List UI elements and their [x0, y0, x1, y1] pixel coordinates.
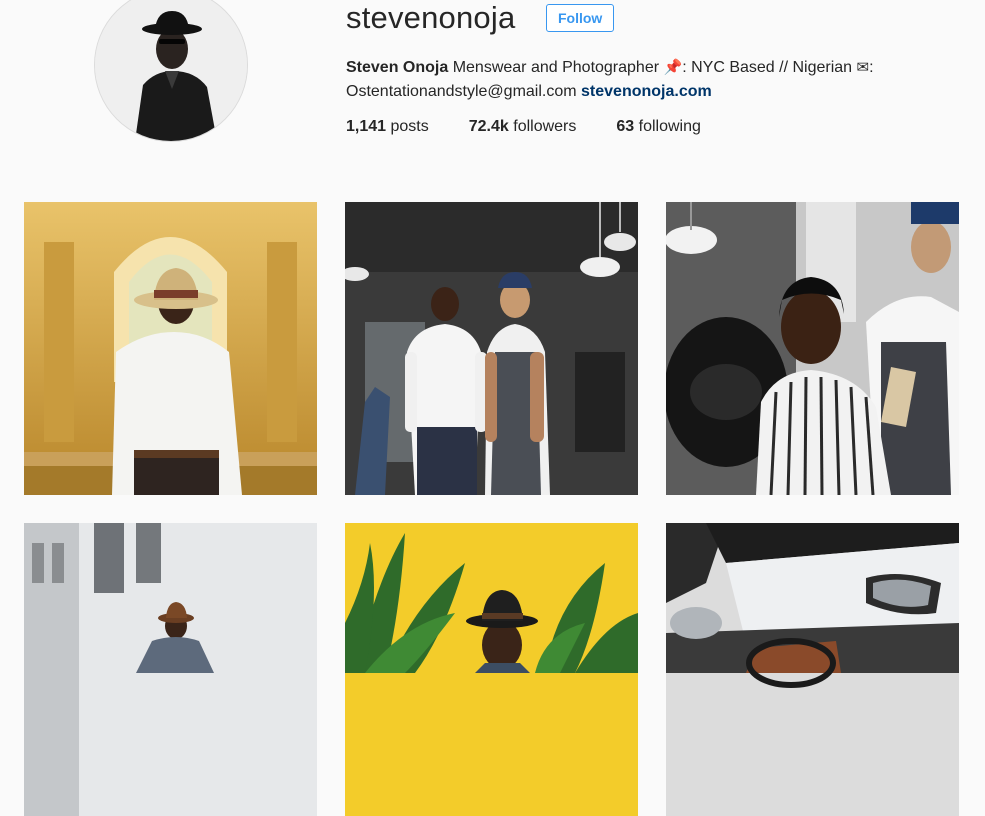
- following-count: 63: [616, 118, 635, 135]
- avatar[interactable]: [94, 0, 248, 142]
- post-thumbnail-3[interactable]: [666, 202, 959, 495]
- bio-description: Menswear and Photographer: [452, 59, 660, 76]
- posts-stat: 1,141 posts: [346, 118, 429, 136]
- post-thumbnail-4[interactable]: [24, 523, 317, 816]
- pushpin-icon: 📌: [663, 59, 683, 76]
- post-thumbnail-1[interactable]: [24, 202, 317, 495]
- posts-label: posts: [390, 118, 429, 135]
- envelope-icon: ✉: [856, 59, 870, 76]
- bio-website-link[interactable]: stevenonoja.com: [581, 83, 712, 100]
- post-thumbnail-5[interactable]: [345, 523, 638, 816]
- followers-stat[interactable]: 72.4k followers: [469, 118, 577, 136]
- follow-button[interactable]: Follow: [546, 4, 615, 32]
- posts-count: 1,141: [346, 118, 387, 135]
- post-thumbnail-2[interactable]: [345, 202, 638, 495]
- profile-stats: 1,141 posts 72.4k followers 63 following: [346, 118, 701, 136]
- post-grid: [24, 202, 959, 816]
- profile-username: stevenonoja: [346, 0, 516, 35]
- profile-bio: Steven Onoja Menswear and Photographer 📌…: [346, 59, 874, 100]
- post-thumbnail-6[interactable]: [666, 523, 959, 816]
- profile-full-name: Steven Onoja: [346, 59, 449, 76]
- followers-count: 72.4k: [468, 118, 509, 135]
- bio-email: Ostentationandstyle@gmail.com: [346, 83, 577, 100]
- following-stat[interactable]: 63 following: [616, 118, 701, 136]
- followers-label: followers: [513, 118, 577, 135]
- bio-location: : NYC Based // Nigerian: [682, 59, 853, 76]
- following-label: following: [638, 118, 701, 135]
